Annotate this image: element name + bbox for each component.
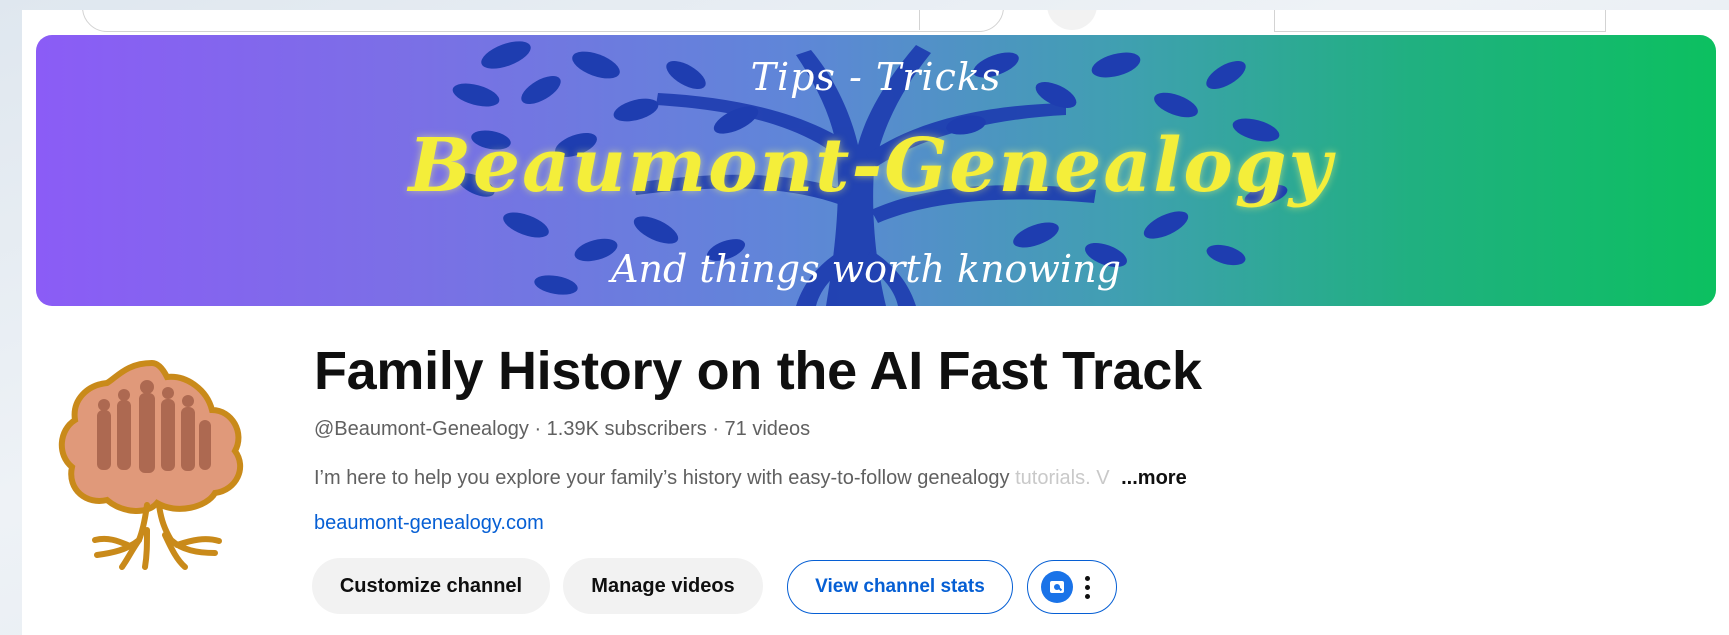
channel-description[interactable]: I’m here to help you explore your family…: [314, 467, 1187, 490]
more-link[interactable]: ...more: [1121, 467, 1187, 489]
channel-page: Tips - Tricks Beaumont-Genealogy And thi…: [22, 10, 1729, 635]
more-vert-icon[interactable]: [1085, 575, 1090, 599]
customize-channel-button[interactable]: Customize channel: [312, 558, 550, 614]
channel-meta: @Beaumont-Genealogy · 1.39K subscribers …: [314, 418, 810, 441]
view-channel-stats-button[interactable]: View channel stats: [787, 560, 1013, 614]
video-count: 71 videos: [724, 418, 811, 440]
banner-tagline: And things worth knowing: [611, 247, 1121, 291]
channel-banner: Tips - Tricks Beaumont-Genealogy And thi…: [36, 35, 1716, 306]
header-field[interactable]: [1274, 10, 1606, 32]
mic-icon[interactable]: [1047, 10, 1097, 30]
top-bar: [22, 10, 1729, 32]
meta-separator: ·: [712, 418, 719, 440]
channel-link[interactable]: beaumont-genealogy.com: [314, 512, 544, 535]
channel-title: Family History on the AI Fast Track: [314, 341, 1202, 401]
channel-handle[interactable]: @Beaumont-Genealogy: [314, 418, 529, 440]
subscriber-count: 1.39K subscribers: [546, 418, 707, 440]
channel-tools-button[interactable]: [1027, 560, 1117, 614]
search-button[interactable]: [919, 10, 920, 30]
description-fade: tutorials. V: [1015, 467, 1110, 489]
meta-separator: ·: [534, 418, 542, 440]
manage-videos-button[interactable]: Manage videos: [563, 558, 763, 614]
tree-logo-icon: [58, 359, 244, 570]
avatar[interactable]: [47, 355, 257, 570]
channel-stats-icon[interactable]: [1041, 571, 1073, 603]
search-input[interactable]: [82, 10, 1004, 32]
banner-brand-text: Beaumont-Genealogy: [408, 123, 1334, 209]
description-text: I’m here to help you explore your family…: [314, 467, 1110, 489]
banner-tips-text: Tips - Tricks: [750, 55, 1002, 99]
